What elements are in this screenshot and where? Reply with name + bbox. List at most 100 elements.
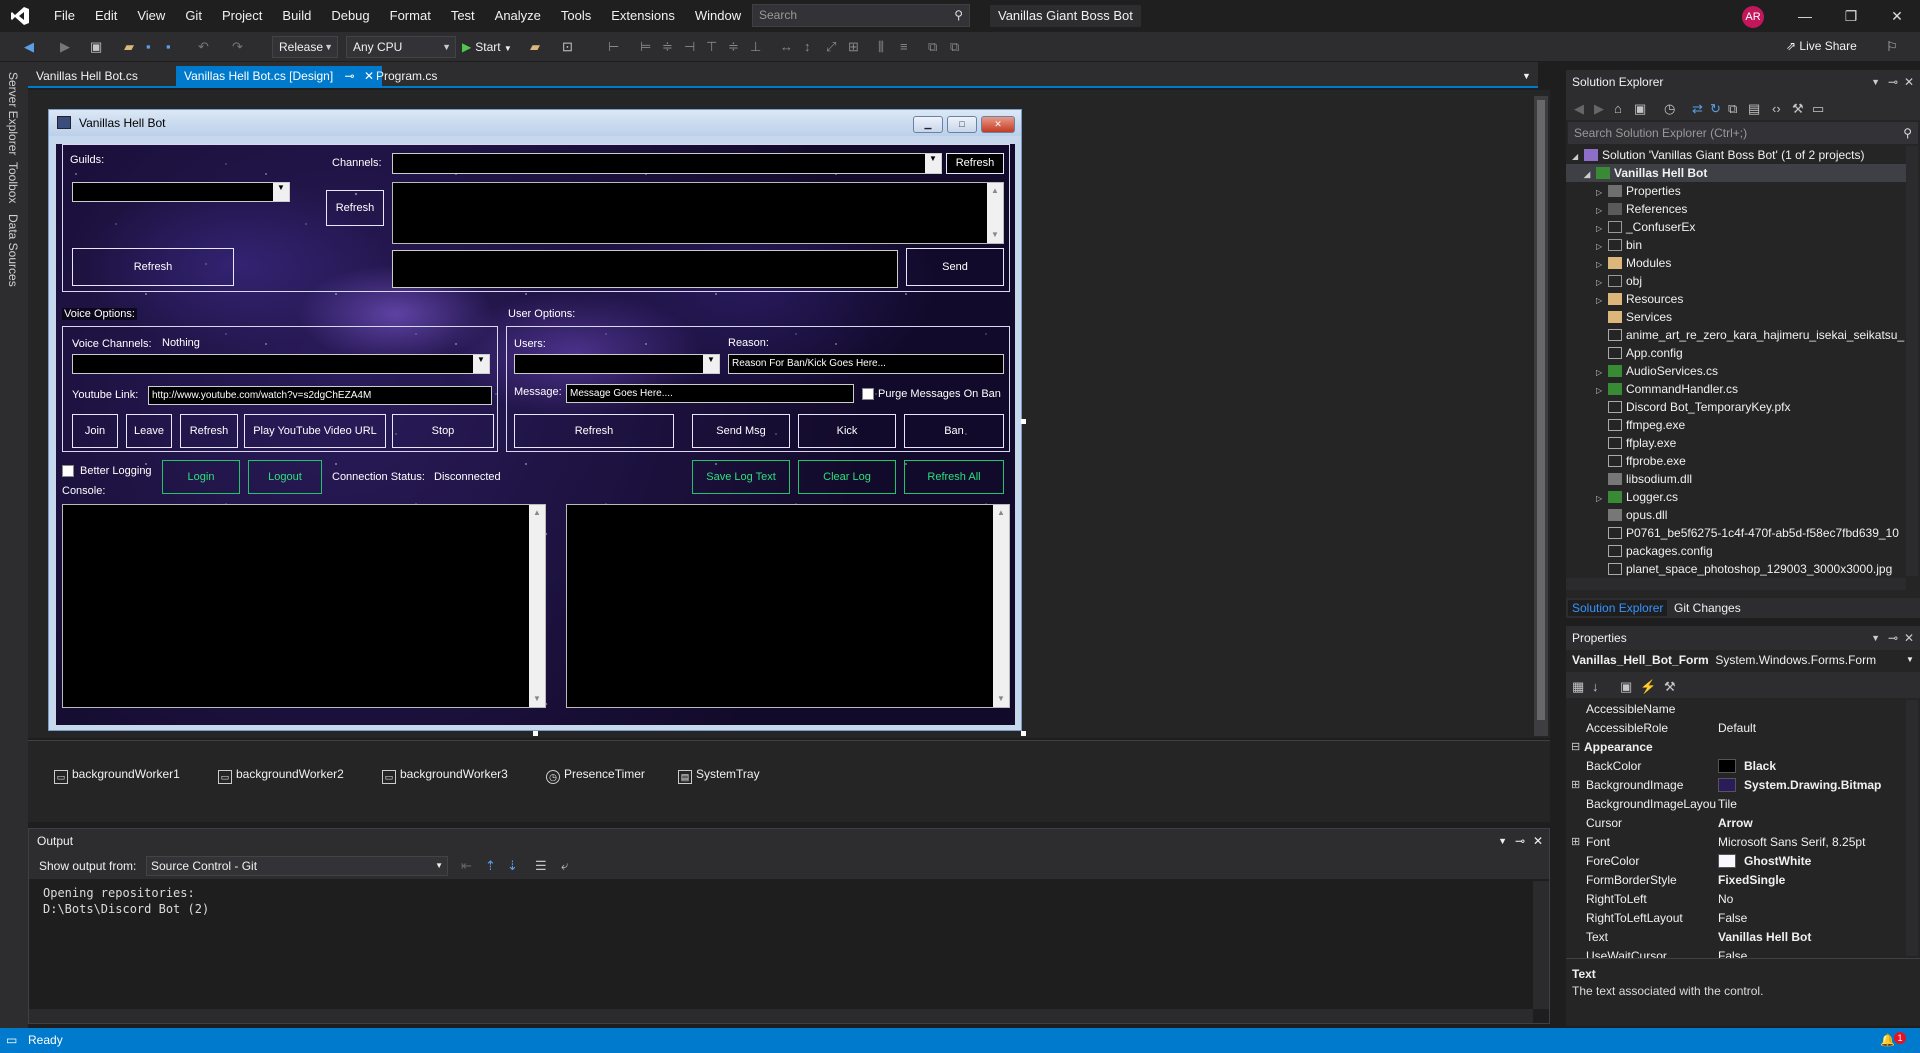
property-row[interactable]: RightToLeftLayout False xyxy=(1566,909,1906,928)
tree-solution[interactable]: ◢ Solution 'Vanillas Giant Boss Bot' (1 o… xyxy=(1566,146,1865,164)
tab-solution-explorer[interactable]: Solution Explorer xyxy=(1568,600,1668,616)
menu-extensions[interactable]: Extensions xyxy=(601,0,685,32)
guilds-refresh-button[interactable]: Refresh xyxy=(326,190,384,226)
solution-explorer-hscrollbar[interactable] xyxy=(1566,578,1906,590)
tree-confuserex[interactable]: ▷ _ConfuserEx xyxy=(1566,218,1695,236)
tree-file[interactable]: packages.config xyxy=(1566,542,1713,560)
play-youtube-url-button[interactable]: Play YouTube Video URL xyxy=(244,414,386,448)
chat-history-scrollbar[interactable]: ▲ ▼ xyxy=(987,183,1003,243)
refresh-button[interactable]: Refresh xyxy=(72,248,234,286)
save-log-text-button[interactable]: Save Log Text xyxy=(692,460,790,494)
property-row[interactable]: FormBorderStyle FixedSingle xyxy=(1566,871,1906,890)
properties-object-selector[interactable]: Vanillas_Hell_Bot_Form System.Windows.Fo… xyxy=(1572,650,1914,670)
purge-messages-checkbox[interactable] xyxy=(862,388,874,400)
users-combobox[interactable]: ▼ xyxy=(514,354,720,374)
tree-modules[interactable]: ▷ Modules xyxy=(1566,254,1671,272)
log-scrollbar[interactable]: ▲ ▼ xyxy=(993,505,1009,707)
property-row[interactable]: AccessibleName xyxy=(1566,700,1906,719)
pin-icon[interactable]: ⊸ xyxy=(1888,70,1898,94)
make-same-height-icon[interactable]: ↕ xyxy=(804,39,811,55)
close-icon[interactable]: ✕ xyxy=(1904,626,1914,650)
expand-icon[interactable]: ⊞ xyxy=(1571,833,1580,852)
properties-wrench-icon[interactable]: ⚒ xyxy=(1792,101,1804,117)
close-icon[interactable]: ✕ xyxy=(1533,829,1543,853)
align-bottom-icon[interactable]: ⊥ xyxy=(750,39,761,55)
log-textbox[interactable]: ▲ ▼ xyxy=(566,504,1010,708)
winform-window[interactable]: Vanillas Hell Bot ▁ □ ✕ Guilds: ▼ Channe… xyxy=(48,109,1022,731)
property-value[interactable]: False xyxy=(1718,909,1747,928)
voice-refresh-button[interactable]: Refresh xyxy=(180,414,238,448)
tree-file[interactable]: planet_space_photoshop_129003_3000x3000.… xyxy=(1566,560,1892,578)
close-icon[interactable]: ✕ xyxy=(1874,0,1920,32)
property-value[interactable]: FixedSingle xyxy=(1718,871,1785,890)
vertical-spacing-icon[interactable]: ≡ xyxy=(900,39,908,55)
console-scrollbar[interactable]: ▲ ▼ xyxy=(529,505,545,707)
save-all-icon[interactable]: ▪ xyxy=(166,39,171,55)
make-same-size-icon[interactable]: ⤢ xyxy=(826,39,836,55)
pane-menu-icon[interactable]: ▼ xyxy=(1871,70,1880,94)
clear-log-button[interactable]: Clear Log xyxy=(798,460,896,494)
reason-input[interactable]: Reason For Ban/Kick Goes Here... xyxy=(728,354,1004,374)
property-row[interactable]: BackColor Black xyxy=(1566,757,1906,776)
property-row[interactable]: Text Vanillas Hell Bot xyxy=(1566,928,1906,947)
refresh-all-button[interactable]: Refresh All xyxy=(904,460,1004,494)
chat-history-textbox[interactable]: ▲ ▼ xyxy=(392,182,1004,244)
resize-handle[interactable] xyxy=(1021,731,1026,736)
output-vertical-scrollbar[interactable] xyxy=(1533,881,1549,1009)
tab-order-icon[interactable]: ⊡ xyxy=(562,39,573,55)
avatar[interactable]: AR xyxy=(1742,6,1764,28)
size-to-grid-icon[interactable]: ⊞ xyxy=(848,39,859,55)
join-button[interactable]: Join xyxy=(72,414,118,448)
tree-file[interactable]: ffmpeg.exe xyxy=(1566,416,1685,434)
open-folder-icon[interactable]: ▰ xyxy=(124,39,134,55)
scroll-down-icon[interactable]: ▼ xyxy=(987,227,1003,243)
pending-changes-icon[interactable]: ◷ xyxy=(1664,101,1675,117)
collapse-icon[interactable]: ⊟ xyxy=(1571,738,1580,757)
back-icon[interactable]: ◀ xyxy=(1574,101,1584,117)
property-row[interactable]: ⊞ Font Microsoft Sans Serif, 8.25pt xyxy=(1566,833,1906,852)
collapse-all-icon[interactable]: ⧉ xyxy=(1728,101,1737,117)
tab-git-changes[interactable]: Git Changes xyxy=(1670,600,1745,616)
tray-backgroundworker1[interactable]: ▭ backgroundWorker1 xyxy=(54,767,180,784)
switch-views-icon[interactable]: ▣ xyxy=(1634,101,1646,117)
property-value[interactable]: Black xyxy=(1744,759,1776,773)
menu-test[interactable]: Test xyxy=(441,0,485,32)
menu-file[interactable]: File xyxy=(44,0,85,32)
align-right-icon[interactable]: ⊣ xyxy=(684,39,695,55)
align-left-icon[interactable]: ⊢ xyxy=(608,39,619,55)
guilds-combobox[interactable]: ▼ xyxy=(72,182,290,202)
tray-systemtray[interactable]: ▤ SystemTray xyxy=(678,767,760,784)
prev-message-icon[interactable]: ⇡ xyxy=(485,858,496,874)
pin-icon[interactable]: ⊸ xyxy=(345,69,355,83)
menu-edit[interactable]: Edit xyxy=(85,0,127,32)
channels-refresh-button[interactable]: Refresh xyxy=(946,153,1004,174)
view-code-icon[interactable]: ‹› xyxy=(1772,101,1781,117)
close-icon[interactable]: ✕ xyxy=(1904,70,1914,94)
send-message-textbox[interactable] xyxy=(392,250,898,288)
form-maximize-icon[interactable]: □ xyxy=(947,116,977,133)
send-button[interactable]: Send xyxy=(906,248,1004,286)
notifications-icon[interactable]: 🔔 xyxy=(1880,1028,1895,1053)
live-share-button[interactable]: ⇗ Live Share xyxy=(1786,39,1857,53)
property-row[interactable]: AccessibleRole Default xyxy=(1566,719,1906,738)
menu-analyze[interactable]: Analyze xyxy=(485,0,551,32)
feedback-icon[interactable]: ⚐ xyxy=(1886,39,1898,55)
logout-button[interactable]: Logout xyxy=(248,460,322,494)
menu-project[interactable]: Project xyxy=(212,0,272,32)
events-icon[interactable]: ⚡ xyxy=(1640,679,1656,695)
minimize-icon[interactable]: — xyxy=(1782,0,1828,32)
menu-view[interactable]: View xyxy=(127,0,175,32)
expand-icon[interactable]: ⊞ xyxy=(1571,776,1580,795)
save-icon[interactable]: ▪ xyxy=(146,39,151,55)
better-logging-checkbox[interactable] xyxy=(62,465,74,477)
tree-properties[interactable]: ▷ Properties xyxy=(1566,182,1681,200)
back-icon[interactable]: ◀ xyxy=(24,39,34,55)
property-value[interactable]: Microsoft Sans Serif, 8.25pt xyxy=(1718,833,1865,852)
resize-handle[interactable] xyxy=(533,731,538,736)
tree-bin[interactable]: ▷ bin xyxy=(1566,236,1642,254)
output-horizontal-scrollbar[interactable] xyxy=(29,1009,1533,1023)
forward-icon[interactable]: ▶ xyxy=(60,39,70,55)
property-value[interactable]: Arrow xyxy=(1718,814,1753,833)
align-middle-icon[interactable]: ≑ xyxy=(728,39,739,55)
undo-icon[interactable]: ↶ xyxy=(198,39,209,55)
